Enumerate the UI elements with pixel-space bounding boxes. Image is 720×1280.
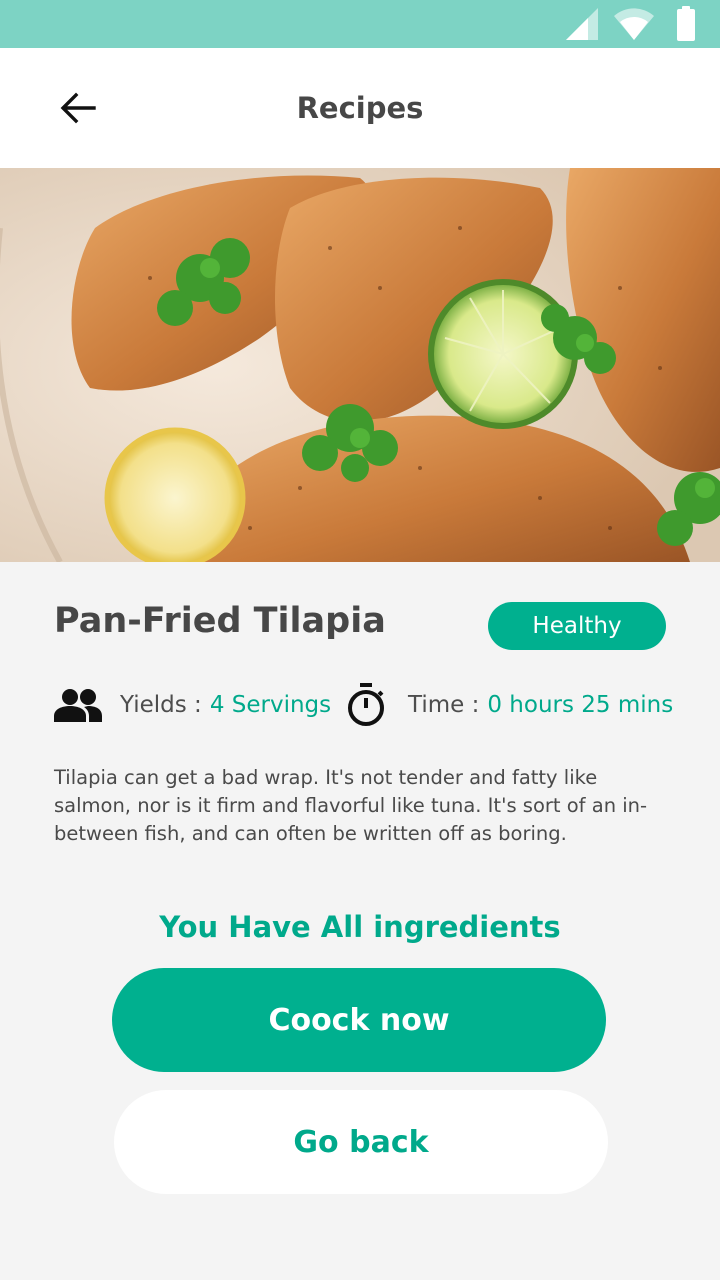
app-bar: Recipes [0,48,720,168]
recipe-image [0,168,720,562]
healthy-tag[interactable]: Healthy [488,602,666,650]
go-back-button[interactable]: Go back [114,1090,608,1194]
cook-now-button[interactable]: Coock now [112,968,606,1072]
people-icon [54,689,102,722]
page-title: Recipes [296,91,424,125]
cellular-signal-icon [566,8,598,40]
battery-icon [677,6,695,41]
time-value: 0 hours 25 mins [487,692,674,718]
recipe-description: Tilapia can get a bad wrap. It's not ten… [54,766,648,845]
status-bar [0,0,720,48]
time-label: Time : [408,692,480,718]
timer-icon [348,683,384,726]
back-button[interactable] [50,78,106,138]
ingredients-status: You Have All ingredients [159,910,561,944]
wifi-icon [614,8,654,40]
time-info: Time : 0 hours 25 mins [346,680,673,730]
arrow-left-icon [60,92,96,124]
yields-value: 4 Servings [209,692,332,718]
yields-label: Yields : [120,692,202,718]
yields-info: Yields : 4 Servings [54,680,331,730]
recipe-title: Pan-Fried Tilapia [54,601,386,641]
